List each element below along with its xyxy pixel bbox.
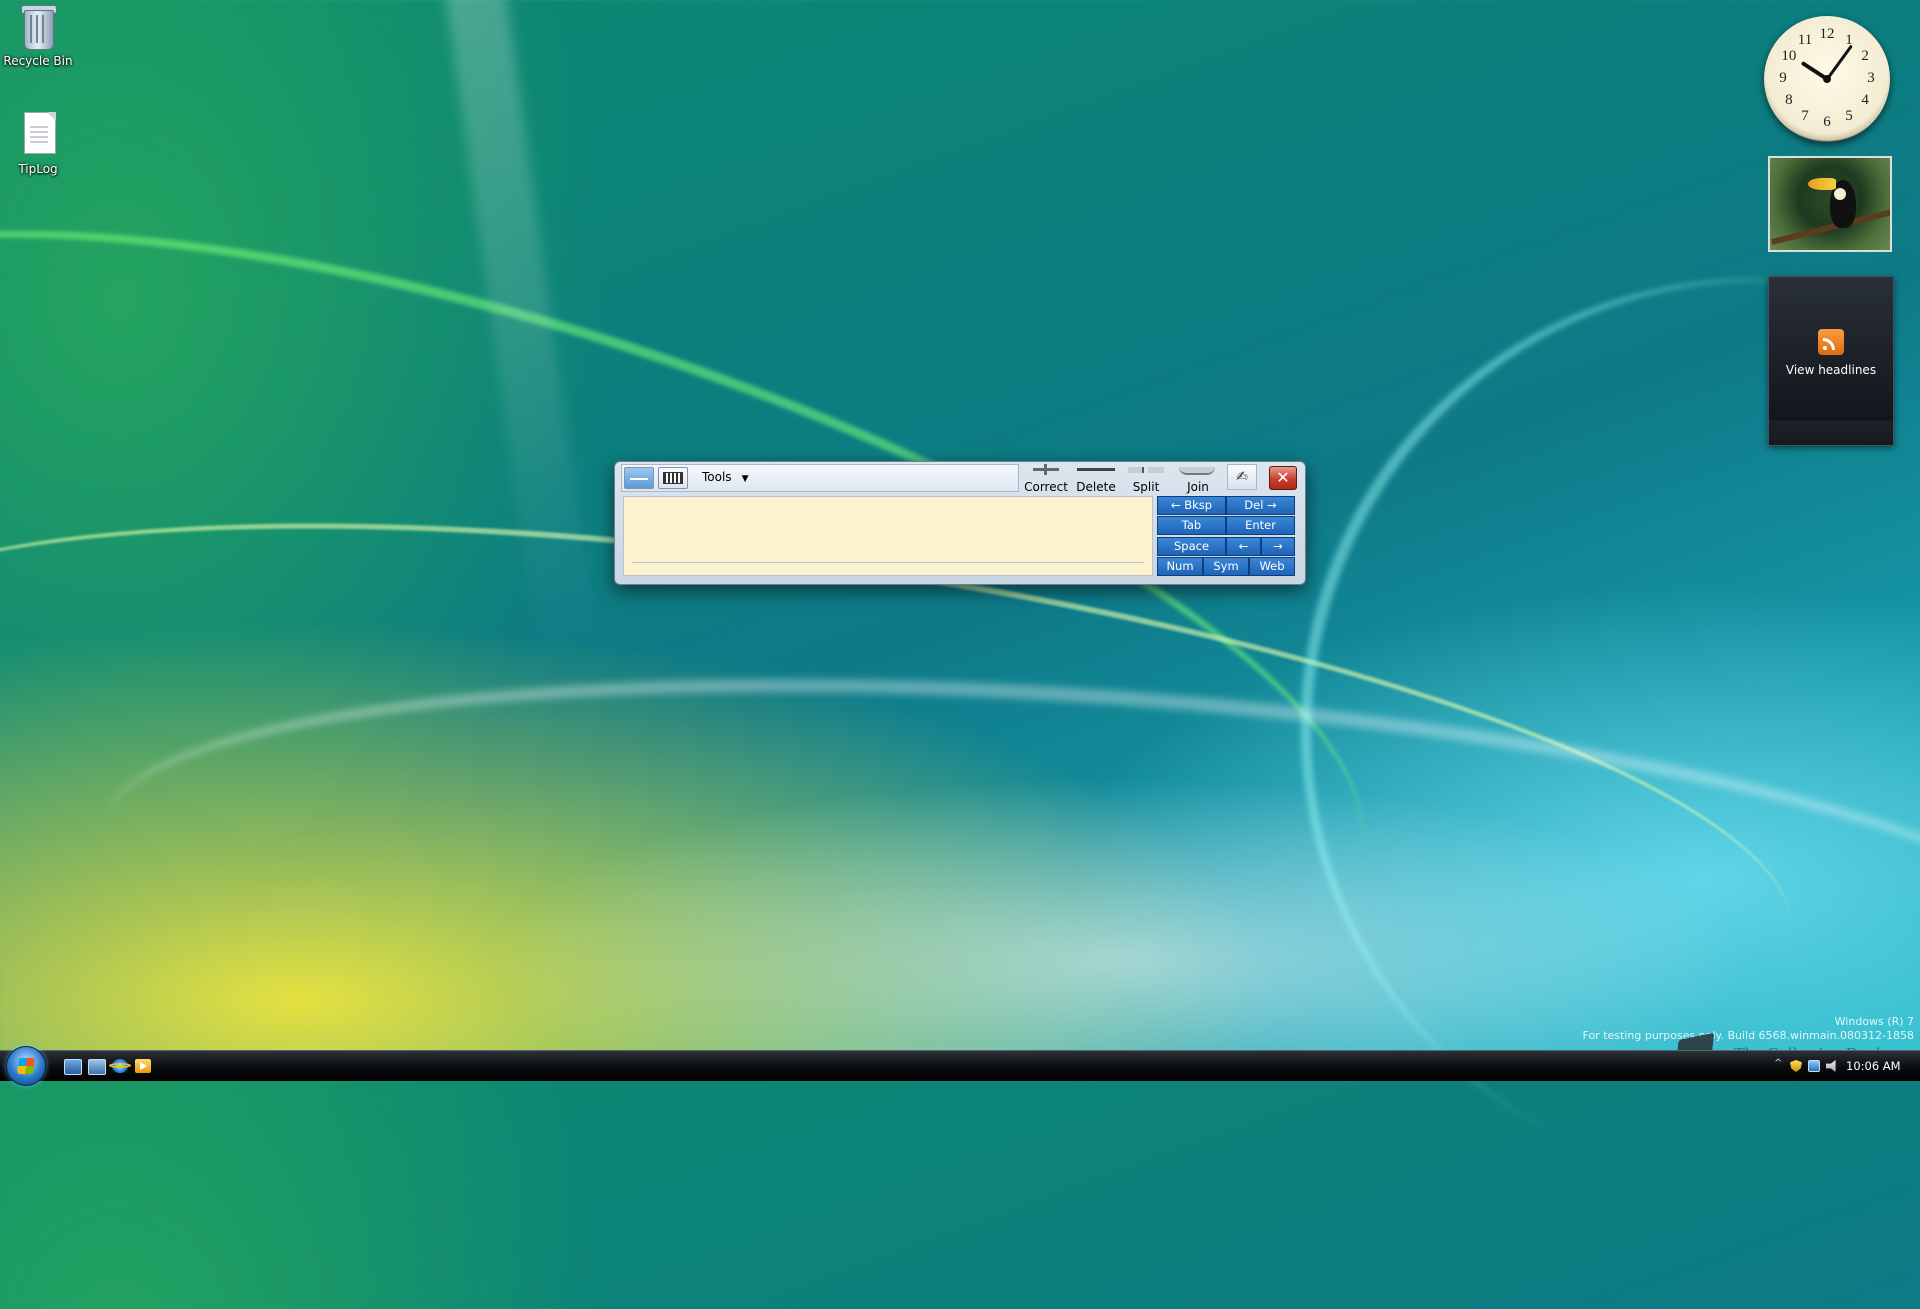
split-label: Split <box>1132 480 1160 494</box>
num-key[interactable]: Num <box>1157 557 1203 576</box>
wallpaper-streak <box>0 80 1441 1110</box>
writing-pad-button[interactable] <box>624 467 654 489</box>
media-player-icon[interactable] <box>135 1059 151 1073</box>
left-arrow-key[interactable]: ← <box>1226 537 1261 556</box>
wallpaper-streak <box>440 0 600 671</box>
backspace-key[interactable]: ← Bksp <box>1157 496 1226 515</box>
network-icon[interactable] <box>1808 1060 1820 1072</box>
chevron-down-icon: ▼ <box>741 474 749 484</box>
clock-numeral: 9 <box>1779 70 1787 86</box>
correct-label: Correct <box>1024 480 1068 494</box>
correct-button[interactable]: Correct <box>1021 464 1071 496</box>
close-button[interactable]: ✕ <box>1269 466 1297 490</box>
clock-minute-hand <box>1825 44 1853 80</box>
command-bar: Correct Delete Split Join <box>1007 464 1223 496</box>
clock-numeral: 7 <box>1801 108 1809 125</box>
join-gesture-icon <box>1179 467 1215 475</box>
keyboard-icon <box>663 472 683 484</box>
clock-gadget[interactable]: 12 1 2 3 4 5 6 7 8 9 10 11 <box>1764 16 1890 142</box>
tab-key[interactable]: Tab <box>1157 516 1226 535</box>
windows-logo-icon <box>17 1058 35 1074</box>
build-watermark: Windows (R) 7 For testing purposes only.… <box>1583 1015 1914 1043</box>
join-label: Join <box>1187 480 1209 494</box>
sym-key[interactable]: Sym <box>1203 557 1249 576</box>
watermark-line-1: Windows (R) 7 <box>1834 1015 1914 1028</box>
close-icon: ✕ <box>1276 468 1290 487</box>
pen-options-button[interactable]: ✍ <box>1227 464 1257 490</box>
clock-numeral: 5 <box>1845 108 1853 125</box>
taskbar: ^ 10:06 AM <box>0 1046 1920 1086</box>
quick-keys: ← Bksp Del → Tab Enter Space ← → Num Sym… <box>1157 496 1295 578</box>
feed-label[interactable]: View headlines <box>1769 363 1893 377</box>
volume-icon[interactable] <box>1826 1060 1836 1072</box>
pen-icon: ✍ <box>1236 469 1248 485</box>
start-button[interactable] <box>6 1046 46 1086</box>
input-panel-toolbar: Tools ▼ <box>621 464 1019 492</box>
clock-numeral: 2 <box>1861 48 1869 64</box>
join-button[interactable]: Join <box>1173 464 1223 496</box>
tools-label: Tools <box>702 470 732 484</box>
delete-button[interactable]: Delete <box>1071 464 1121 496</box>
document-icon <box>18 110 58 158</box>
keyboard-button[interactable] <box>658 467 688 489</box>
web-key[interactable]: Web <box>1249 557 1295 576</box>
feed-headlines-gadget[interactable]: View headlines <box>1768 276 1894 446</box>
clock-numeral: 12 <box>1819 26 1835 42</box>
slideshow-gadget[interactable] <box>1768 156 1892 252</box>
clock-numeral: 11 <box>1797 31 1813 48</box>
space-key[interactable]: Space <box>1157 537 1226 556</box>
right-arrow-key[interactable]: → <box>1261 537 1295 556</box>
writing-pad[interactable] <box>623 496 1153 576</box>
clock-numeral: 10 <box>1781 48 1797 64</box>
delete-gesture-icon <box>1077 468 1115 471</box>
split-button[interactable]: Split <box>1123 464 1169 496</box>
show-desktop-icon[interactable] <box>64 1059 82 1075</box>
input-panel: Tools ▼ Correct Delete Split Join ✍ ✕ ← B… <box>614 461 1306 585</box>
clock-numeral: 8 <box>1785 92 1793 108</box>
clock-numeral: 4 <box>1861 92 1869 108</box>
security-shield-icon[interactable] <box>1790 1060 1802 1072</box>
system-tray: ^ 10:06 AM <box>1770 1051 1920 1081</box>
clock-center-pin <box>1823 75 1831 83</box>
split-gesture-icon <box>1128 467 1144 473</box>
watermark-line-2: For testing purposes only. Build 6568.wi… <box>1582 1029 1914 1042</box>
wallpaper-streak <box>87 620 1920 1174</box>
taskbar-clock[interactable]: 10:06 AM <box>1846 1059 1901 1073</box>
clock-numeral: 3 <box>1867 70 1875 86</box>
desktop-icon-recycle-bin[interactable]: Recycle Bin <box>0 2 76 68</box>
tools-menu[interactable]: Tools ▼ <box>702 470 748 484</box>
recycle-bin-icon <box>18 2 58 50</box>
correct-gesture-icon <box>1033 464 1059 475</box>
enter-key[interactable]: Enter <box>1226 516 1295 535</box>
writing-baseline <box>632 562 1144 563</box>
chevron-up-icon[interactable]: ^ <box>1774 1058 1786 1070</box>
desktop-icon-label: Recycle Bin <box>3 54 73 68</box>
desktop-icon-tiplog[interactable]: TipLog <box>0 110 76 176</box>
delete-key[interactable]: Del → <box>1226 496 1295 515</box>
clock-numeral: 6 <box>1823 114 1831 130</box>
rss-icon <box>1818 329 1844 355</box>
delete-label: Delete <box>1076 480 1116 494</box>
desktop-icon-label: TipLog <box>18 162 58 176</box>
internet-explorer-icon[interactable] <box>109 1059 131 1073</box>
switch-windows-icon[interactable] <box>88 1059 106 1075</box>
